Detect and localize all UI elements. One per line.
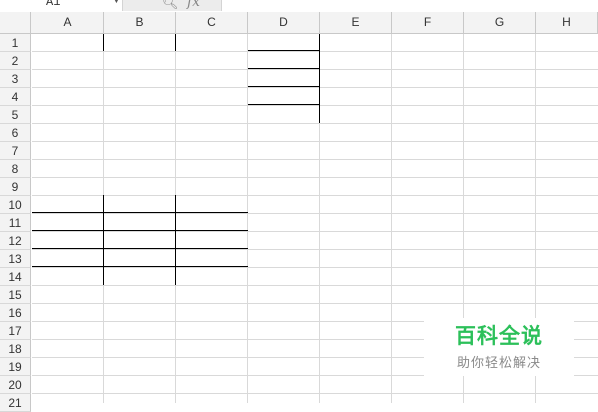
row-header-14[interactable]: 14 [0,268,31,286]
cell-border [32,266,248,267]
column-header-a[interactable]: A [32,12,104,33]
cell-border [32,230,248,231]
row-header-12[interactable]: 12 [0,232,31,250]
cell-border [248,68,320,69]
gridline [32,141,598,142]
row-header-1[interactable]: 1 [0,34,31,52]
cell-border [175,195,176,285]
cell-border [32,248,248,249]
row-header-10[interactable]: 10 [0,196,31,214]
cell-border [103,34,104,51]
column-header-e[interactable]: E [320,12,392,33]
gridline [32,393,598,394]
cell-border [103,195,104,285]
column-header-f[interactable]: F [392,12,464,33]
row-header-20[interactable]: 20 [0,376,31,394]
column-header-c[interactable]: C [176,12,248,33]
row-header-16[interactable]: 16 [0,304,31,322]
row-header-17[interactable]: 17 [0,322,31,340]
column-header-b[interactable]: B [104,12,176,33]
gridline [32,123,598,124]
gridline [32,195,598,196]
row-header-9[interactable]: 9 [0,178,31,196]
watermark-title: 百科全说 [455,324,543,348]
watermark-subtitle: 助你轻松解决 [456,356,541,371]
gridline [32,249,598,250]
column-headers: A B C D E F G H [0,12,598,34]
cell-border [175,34,176,51]
name-box[interactable]: A1 ▼ [0,0,123,11]
row-header-15[interactable]: 15 [0,286,31,304]
gridline [32,177,598,178]
gridline [32,231,598,232]
select-all-corner[interactable] [0,12,31,33]
chevron-down-icon[interactable]: ▼ [114,0,119,6]
row-header-8[interactable]: 8 [0,160,31,178]
row-header-11[interactable]: 11 [0,214,31,232]
row-header-4[interactable]: 4 [0,88,31,106]
formula-tools: 🔍︎ fx [123,0,222,11]
row-header-7[interactable]: 7 [0,142,31,160]
row-header-6[interactable]: 6 [0,124,31,142]
gridline [32,267,598,268]
row-header-3[interactable]: 3 [0,70,31,88]
column-header-h[interactable]: H [536,12,598,33]
fx-icon[interactable]: fx [187,0,200,10]
gridline [32,87,598,88]
row-header-2[interactable]: 2 [0,52,31,70]
formula-input[interactable] [222,0,598,11]
gridline [32,213,598,214]
cell-border [319,34,320,123]
row-header-13[interactable]: 13 [0,250,31,268]
gridline [32,69,598,70]
gridline [32,285,598,286]
row-header-18[interactable]: 18 [0,340,31,358]
zoom-icon[interactable]: 🔍︎ [162,0,179,11]
cell-border [248,50,320,51]
name-box-value[interactable]: A1 [46,0,60,9]
cell-border [32,212,248,213]
gridline [32,159,598,160]
gridline [391,34,392,403]
watermark: 百科全说 助你轻松解决 [424,318,574,376]
gridline [32,105,598,106]
gridline [32,303,598,304]
row-header-5[interactable]: 5 [0,106,31,124]
cell-border [248,86,320,87]
row-header-19[interactable]: 19 [0,358,31,376]
column-header-g[interactable]: G [464,12,536,33]
formula-bar: A1 ▼ 🔍︎ fx [0,0,598,12]
gridline [247,34,248,403]
cell-border [248,104,320,105]
row-header-21[interactable]: 21 [0,394,31,412]
column-header-d[interactable]: D [248,12,320,33]
gridline [32,51,598,52]
